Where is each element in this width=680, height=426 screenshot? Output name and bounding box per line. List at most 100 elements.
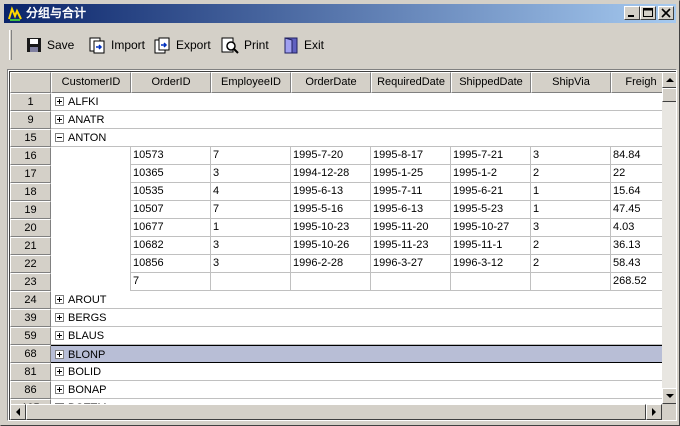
scroll-down-button[interactable] bbox=[662, 388, 676, 404]
row-header[interactable]: 86 bbox=[10, 381, 51, 399]
grid-viewport[interactable]: CustomerID OrderID EmployeeID OrderDate … bbox=[9, 71, 676, 420]
cell-orderdate[interactable]: 1995-7-20 bbox=[291, 147, 371, 165]
total-cell-orderdate[interactable] bbox=[291, 273, 371, 291]
column-header-requireddate[interactable]: RequiredDate bbox=[371, 72, 451, 93]
cell-requireddate[interactable]: 1995-11-23 bbox=[371, 237, 451, 255]
column-header-employeeid[interactable]: EmployeeID bbox=[211, 72, 291, 93]
row-header[interactable]: 16 bbox=[10, 147, 51, 165]
group-row[interactable]: BONAP bbox=[51, 381, 662, 399]
cell-orderdate[interactable]: 1995-10-26 bbox=[291, 237, 371, 255]
horizontal-scrollbar[interactable] bbox=[10, 404, 662, 420]
cell-shipvia[interactable]: 2 bbox=[531, 255, 611, 273]
total-cell-employeeid[interactable] bbox=[211, 273, 291, 291]
cell-employeeid[interactable]: 4 bbox=[211, 183, 291, 201]
maximize-button[interactable] bbox=[640, 6, 656, 20]
expand-icon[interactable] bbox=[55, 295, 64, 304]
cell-orderdate[interactable]: 1995-6-13 bbox=[291, 183, 371, 201]
cell-orderid[interactable]: 10507 bbox=[131, 201, 211, 219]
column-header-customerid[interactable]: CustomerID bbox=[51, 72, 131, 93]
cell-orderdate[interactable]: 1994-12-28 bbox=[291, 165, 371, 183]
cell-shippeddate[interactable]: 1995-7-21 bbox=[451, 147, 531, 165]
group-row[interactable]: AROUT bbox=[51, 291, 662, 309]
cell-shippeddate[interactable]: 1995-10-27 bbox=[451, 219, 531, 237]
vertical-scrollbar[interactable] bbox=[662, 72, 676, 404]
vertical-scroll-thumb[interactable] bbox=[662, 88, 676, 102]
cell-orderdate[interactable]: 1995-5-16 bbox=[291, 201, 371, 219]
total-cell-shippeddate[interactable] bbox=[451, 273, 531, 291]
close-button[interactable] bbox=[658, 6, 674, 20]
row-header[interactable]: 17 bbox=[10, 165, 51, 183]
cell-shipvia[interactable]: 2 bbox=[531, 165, 611, 183]
cell-orderid[interactable]: 10856 bbox=[131, 255, 211, 273]
cell-requireddate[interactable]: 1995-7-11 bbox=[371, 183, 451, 201]
minimize-button[interactable] bbox=[624, 6, 640, 20]
row-header[interactable]: 21 bbox=[10, 237, 51, 255]
cell-orderid[interactable]: 10573 bbox=[131, 147, 211, 165]
cell-employeeid[interactable]: 1 bbox=[211, 219, 291, 237]
scroll-up-button[interactable] bbox=[662, 72, 676, 88]
toolbar-grip[interactable] bbox=[9, 30, 12, 60]
save-button[interactable]: Save bbox=[26, 35, 74, 55]
expand-icon[interactable] bbox=[55, 97, 64, 106]
row-header[interactable]: 68 bbox=[10, 345, 51, 363]
expand-icon[interactable] bbox=[55, 115, 64, 124]
cell-shippeddate[interactable]: 1995-1-2 bbox=[451, 165, 531, 183]
cell-orderid[interactable]: 10682 bbox=[131, 237, 211, 255]
cell-employeeid[interactable]: 7 bbox=[211, 201, 291, 219]
row-header[interactable]: 18 bbox=[10, 183, 51, 201]
corner-header[interactable] bbox=[10, 72, 51, 93]
group-row-selected[interactable]: BLONP bbox=[51, 345, 662, 363]
print-button[interactable]: Print bbox=[221, 35, 269, 55]
expand-icon[interactable] bbox=[55, 385, 64, 394]
export-button[interactable]: Export bbox=[154, 35, 211, 55]
expand-icon[interactable] bbox=[55, 367, 64, 376]
cell-shipvia[interactable]: 2 bbox=[531, 237, 611, 255]
group-row[interactable]: BERGS bbox=[51, 309, 662, 327]
total-cell-shipvia[interactable] bbox=[531, 273, 611, 291]
cell-requireddate[interactable]: 1995-8-17 bbox=[371, 147, 451, 165]
row-header[interactable]: 15 bbox=[10, 129, 51, 147]
cell-shippeddate[interactable]: 1996-3-12 bbox=[451, 255, 531, 273]
title-bar[interactable]: 分组与合计 bbox=[4, 4, 676, 23]
column-header-orderdate[interactable]: OrderDate bbox=[291, 72, 371, 93]
cell-shipvia[interactable]: 3 bbox=[531, 147, 611, 165]
group-row[interactable]: BOLID bbox=[51, 363, 662, 381]
cell-shippeddate[interactable]: 1995-6-21 bbox=[451, 183, 531, 201]
cell-employeeid[interactable]: 3 bbox=[211, 255, 291, 273]
cell-requireddate[interactable]: 1995-1-25 bbox=[371, 165, 451, 183]
scroll-left-button[interactable] bbox=[10, 404, 26, 420]
cell-orderid[interactable]: 10677 bbox=[131, 219, 211, 237]
cell-requireddate[interactable]: 1995-11-20 bbox=[371, 219, 451, 237]
cell-requireddate[interactable]: 1995-6-13 bbox=[371, 201, 451, 219]
cell-shipvia[interactable]: 3 bbox=[531, 219, 611, 237]
total-cell-orderid[interactable]: 7 bbox=[131, 273, 211, 291]
row-header[interactable]: 1 bbox=[10, 93, 51, 111]
cell-employeeid[interactable]: 7 bbox=[211, 147, 291, 165]
cell-requireddate[interactable]: 1996-3-27 bbox=[371, 255, 451, 273]
row-header[interactable]: 39 bbox=[10, 309, 51, 327]
row-header[interactable]: 9 bbox=[10, 111, 51, 129]
row-header[interactable]: 22 bbox=[10, 255, 51, 273]
expand-icon[interactable] bbox=[55, 350, 64, 359]
expand-icon[interactable] bbox=[55, 313, 64, 322]
cell-shippeddate[interactable]: 1995-5-23 bbox=[451, 201, 531, 219]
cell-orderid[interactable]: 10365 bbox=[131, 165, 211, 183]
cell-orderdate[interactable]: 1996-2-28 bbox=[291, 255, 371, 273]
group-row[interactable]: ANATR bbox=[51, 111, 662, 129]
import-button[interactable]: Import bbox=[89, 35, 145, 55]
collapse-icon[interactable] bbox=[55, 133, 64, 142]
group-row-expanded[interactable]: ANTON bbox=[51, 129, 662, 147]
expand-icon[interactable] bbox=[55, 331, 64, 340]
data-grid[interactable]: CustomerID OrderID EmployeeID OrderDate … bbox=[7, 69, 677, 421]
cell-shipvia[interactable]: 1 bbox=[531, 201, 611, 219]
group-row[interactable]: BLAUS bbox=[51, 327, 662, 345]
cell-employeeid[interactable]: 3 bbox=[211, 237, 291, 255]
cell-employeeid[interactable]: 3 bbox=[211, 165, 291, 183]
column-header-shippeddate[interactable]: ShippedDate bbox=[451, 72, 531, 93]
row-header[interactable]: 59 bbox=[10, 327, 51, 345]
cell-shipvia[interactable]: 1 bbox=[531, 183, 611, 201]
row-header[interactable]: 23 bbox=[10, 273, 51, 291]
row-header[interactable]: 20 bbox=[10, 219, 51, 237]
cell-shippeddate[interactable]: 1995-11-1 bbox=[451, 237, 531, 255]
row-header[interactable]: 24 bbox=[10, 291, 51, 309]
